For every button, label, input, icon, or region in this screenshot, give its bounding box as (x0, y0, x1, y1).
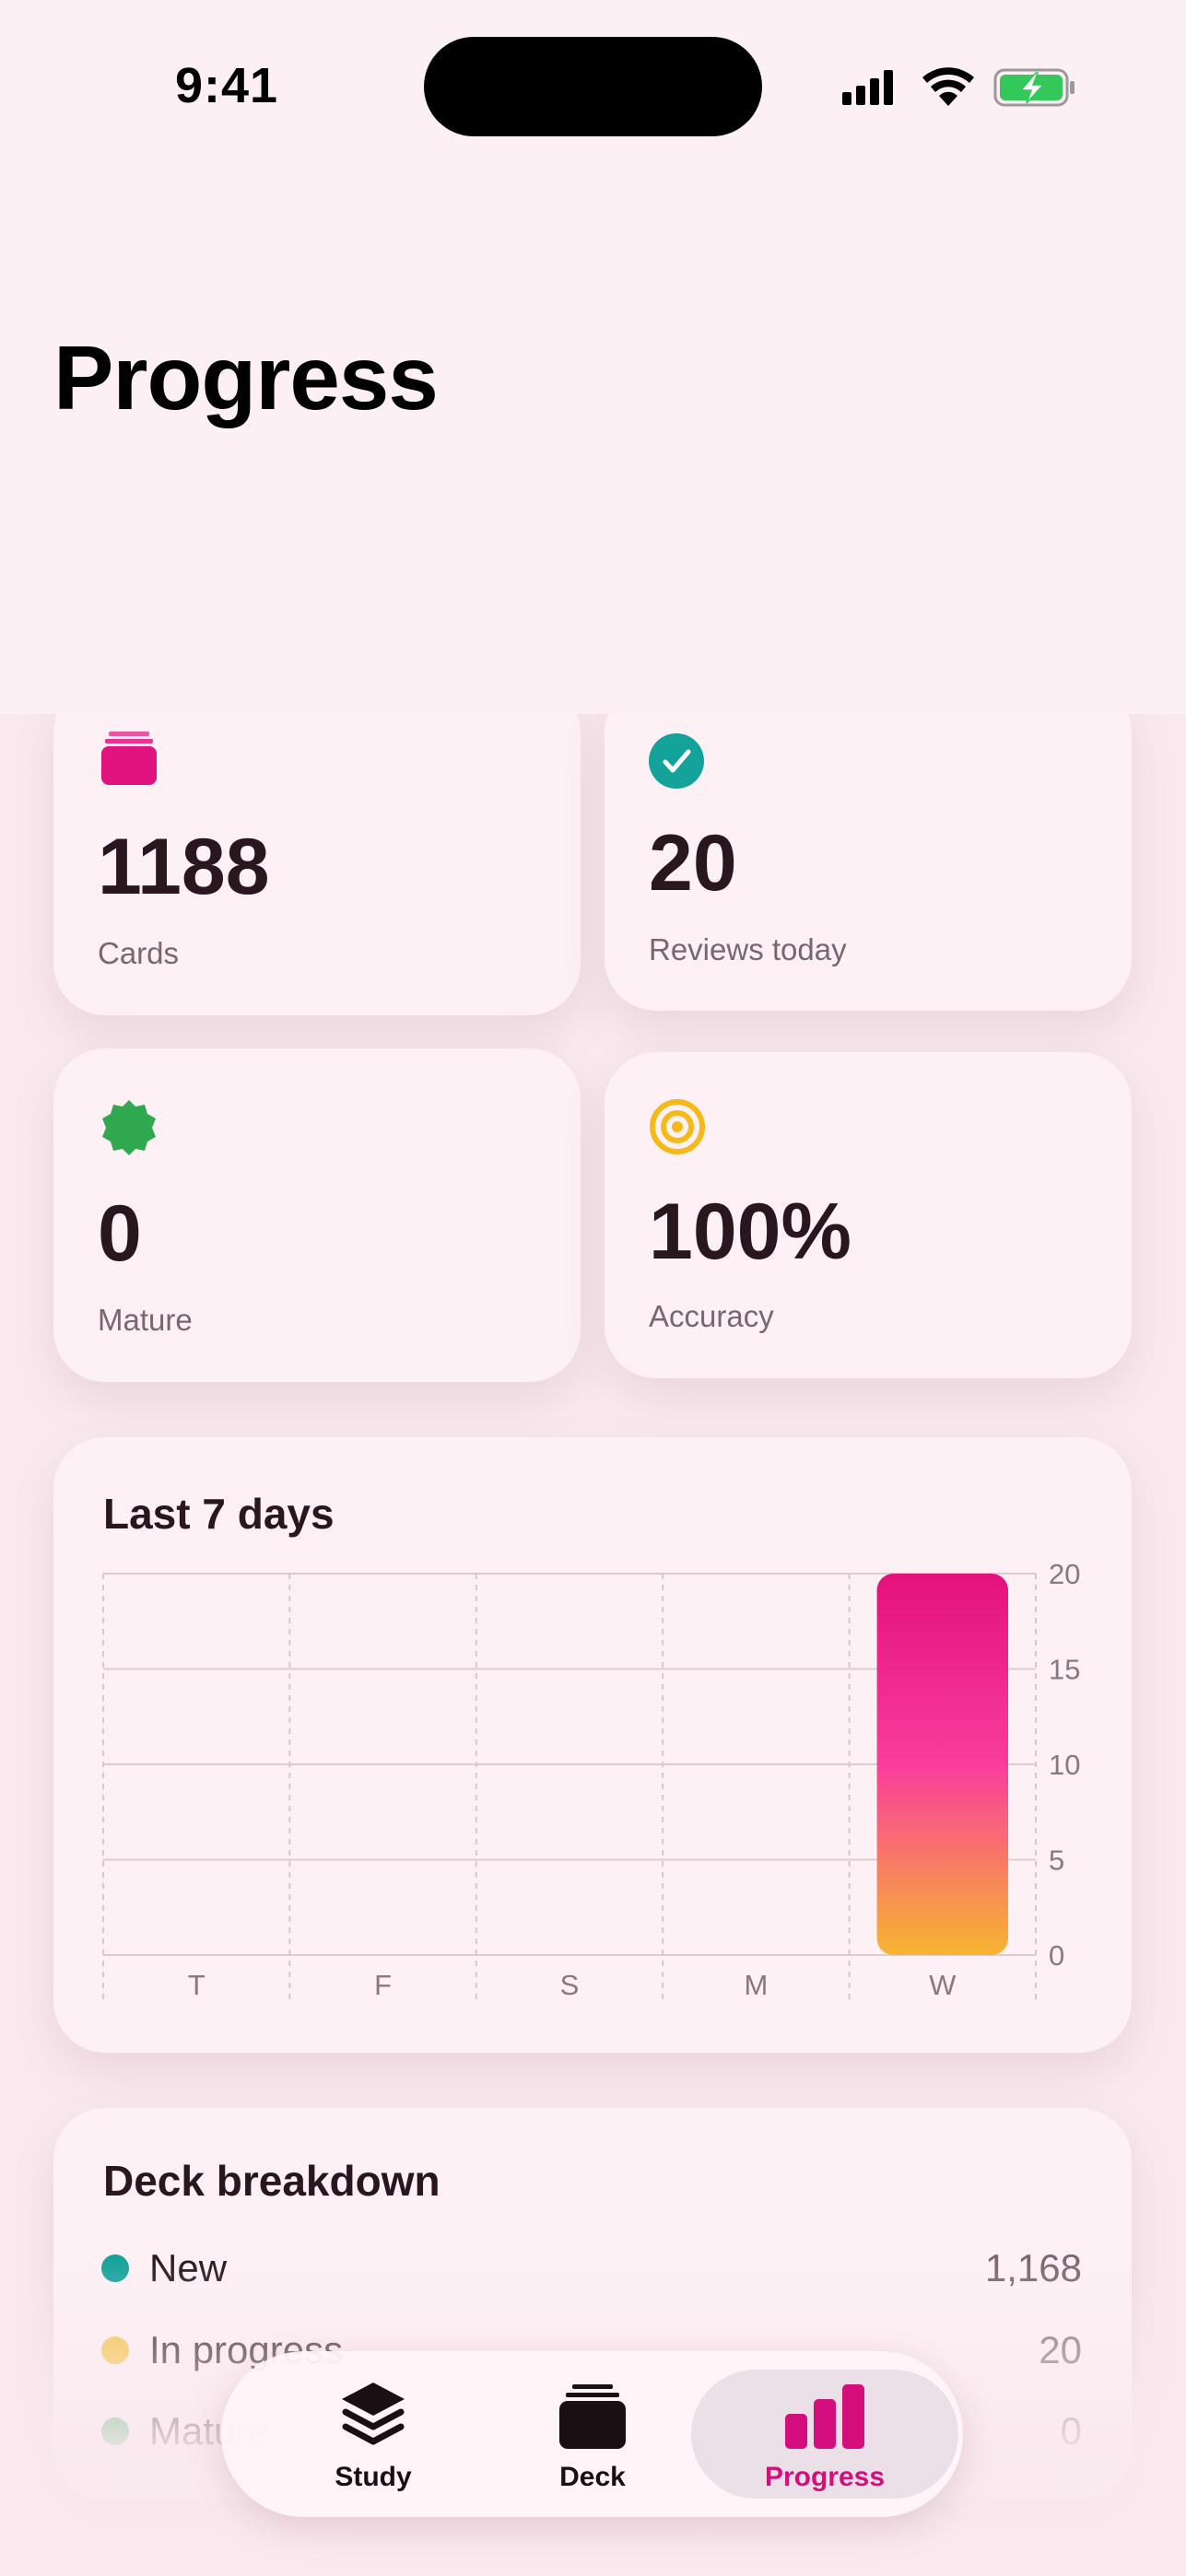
tab-bar: Study Deck Progress (221, 2351, 963, 2517)
dynamic-island (424, 37, 762, 136)
bar-W (876, 1574, 1008, 1955)
new-dot (101, 2254, 129, 2282)
wifi-icon (922, 67, 974, 106)
tab-label: Progress (764, 2462, 886, 2492)
x-tick-label: T (188, 1969, 205, 2001)
stack-icon (338, 2379, 408, 2457)
header: 9:41 Progress (0, 0, 1186, 714)
stat-card-reviews: 20 Reviews today (605, 682, 1132, 1011)
breakdown-row-value: 0 (1060, 2409, 1082, 2453)
battery-charging-icon (993, 68, 1074, 107)
cellular-signal-icon (842, 70, 893, 105)
stat-label: Cards (98, 936, 180, 970)
tab-deck[interactable]: Deck (459, 2370, 726, 2499)
stat-label: Accuracy (649, 1299, 774, 1333)
x-tick-label: M (744, 1969, 768, 2001)
stat-value: 1188 (98, 823, 270, 911)
x-tick-label: F (374, 1969, 392, 2001)
stat-label: Reviews today (649, 932, 847, 966)
last-7-days-card: Last 7 days 0 5 10 15 20 T F S M W (53, 1437, 1132, 2053)
y-tick-label: 10 (1049, 1749, 1080, 1781)
y-tick-label: 0 (1049, 1939, 1064, 1972)
y-tick-label: 20 (1049, 1558, 1080, 1590)
y-tick-label: 5 (1049, 1844, 1064, 1877)
deck-icon (558, 2379, 628, 2457)
stat-value: 20 (649, 819, 737, 907)
status-time: 9:41 (175, 58, 279, 113)
in-progress-dot (101, 2336, 129, 2364)
status-icons (839, 64, 1078, 115)
page-title: Progress (53, 327, 439, 428)
target-icon (649, 1098, 706, 1160)
y-tick-label: 15 (1049, 1654, 1080, 1686)
tab-label: Deck (559, 2462, 626, 2492)
bar-chart: 0 5 10 15 20 T F S M W (102, 1558, 1080, 2001)
stat-value: 100% (649, 1188, 851, 1276)
checkmark-circle-icon (649, 733, 704, 793)
mature-dot (101, 2418, 129, 2445)
stat-label: Mature (98, 1303, 193, 1337)
cards-icon (100, 728, 159, 791)
x-tick-label: S (560, 1969, 580, 2001)
stat-card-cards: 1188 Cards (53, 682, 581, 1015)
x-tick-label: W (929, 1969, 957, 2001)
tab-progress[interactable]: Progress (691, 2370, 958, 2499)
bar-chart-icon (783, 2379, 866, 2457)
breakdown-row-value: 1,168 (984, 2246, 1082, 2289)
stat-value: 0 (98, 1189, 142, 1278)
breakdown-row-value: 20 (1039, 2328, 1082, 2371)
stat-card-mature: 0 Mature (53, 1048, 581, 1382)
seal-icon (100, 1098, 159, 1162)
stat-card-accuracy: 100% Accuracy (605, 1052, 1132, 1378)
breakdown-row-label: New (149, 2246, 228, 2289)
breakdown-title: Deck breakdown (103, 2157, 440, 2205)
